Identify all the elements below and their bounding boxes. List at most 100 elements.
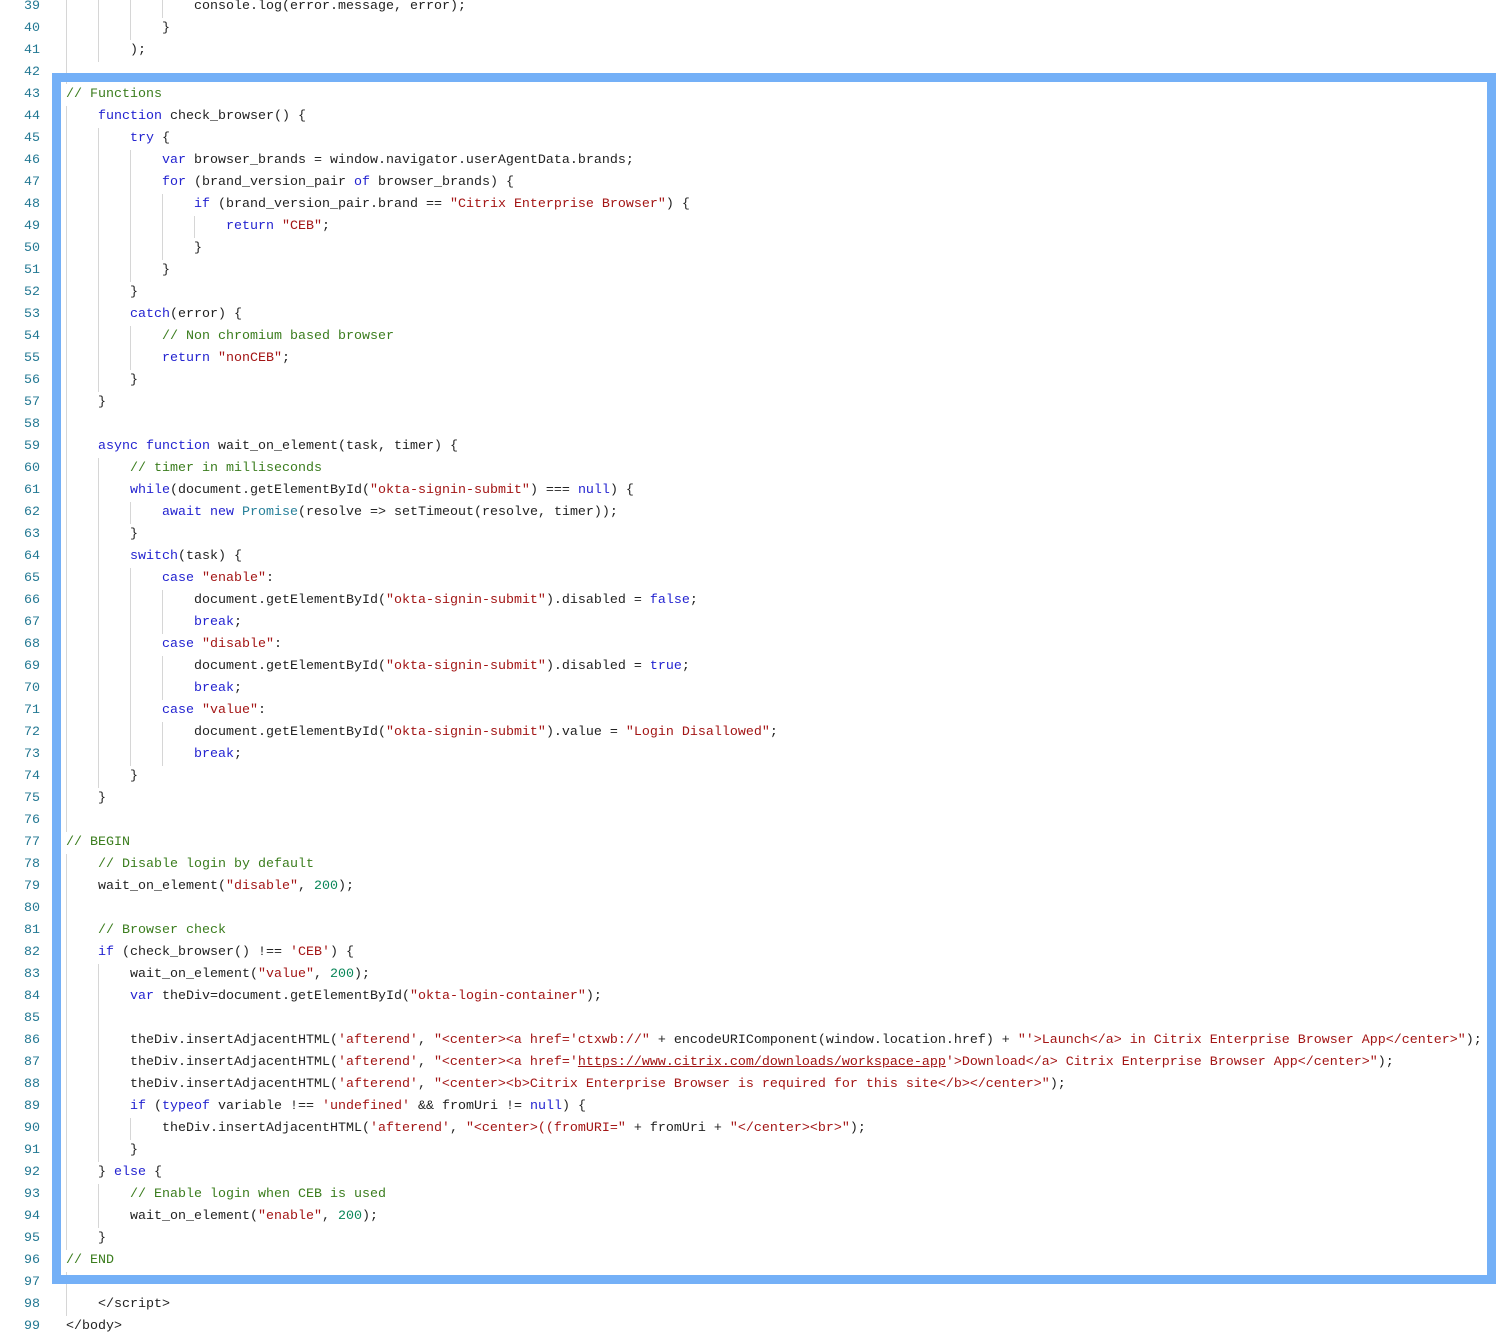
code-line[interactable]: 88 theDiv.insertAdjacentHTML('afterend', … [0,1074,1506,1096]
code-line[interactable]: 43 // Functions [0,84,1506,106]
code-line[interactable]: 79 wait_on_element("disable", 200); [0,876,1506,898]
code-line[interactable]: 93 // Enable login when CEB is used [0,1184,1506,1206]
code-line[interactable]: 72 document.getElementById("okta-signin-s… [0,722,1506,744]
code-line[interactable]: 53 catch(error) { [0,304,1506,326]
indent-guide [130,18,131,40]
code-line[interactable]: 60 // timer in milliseconds [0,458,1506,480]
code-text-token: (check_browser() !== [114,945,290,960]
indent-guide [98,634,99,656]
code-line[interactable]: 50} [0,238,1506,260]
code-line[interactable]: 98 </script> [0,1294,1506,1316]
code-line[interactable]: 69 document.getElementById("okta-signin-s… [0,656,1506,678]
keyword-token: for [162,175,186,190]
indent-guide [194,216,195,238]
code-line[interactable]: 99 </body> [0,1316,1506,1338]
code-line[interactable]: 66 document.getElementById("okta-signin-s… [0,590,1506,612]
code-line[interactable]: 49 return "CEB"; [0,216,1506,238]
indent-guide [66,304,67,326]
code-line[interactable]: 75} [0,788,1506,810]
indent-guide [66,1096,67,1118]
line-number: 43 [24,87,40,102]
code-line[interactable]: 61 while(document.getElementById("okta-si… [0,480,1506,502]
code-line[interactable]: 85 [0,1008,1506,1030]
code-text-token: ) { [329,945,354,960]
code-content: await new Promise(resolve => setTimeout(… [162,502,618,524]
code-line[interactable]: 95} [0,1228,1506,1250]
line-number: 67 [24,615,40,630]
code-line[interactable]: 73 break; [0,744,1506,766]
code-text-token: ); [1049,1077,1066,1092]
indent-guide [98,348,99,370]
code-line[interactable]: 80 [0,898,1506,920]
code-line[interactable]: 55 return "nonCEB"; [0,348,1506,370]
code-text-token: { [154,131,170,146]
code-line[interactable]: 63} [0,524,1506,546]
code-line[interactable]: 56} [0,370,1506,392]
indent-guide [66,458,67,480]
code-line[interactable]: 47 for (brand_version_pair of browser_bra… [0,172,1506,194]
code-line[interactable]: 90 theDiv.insertAdjacentHTML('afterend', … [0,1118,1506,1140]
indent-guide [162,656,163,678]
code-line[interactable]: 92} else { [0,1162,1506,1184]
code-line[interactable]: 94 wait_on_element("enable", 200); [0,1206,1506,1228]
code-line[interactable]: 97 [0,1272,1506,1294]
code-line[interactable]: 77 // BEGIN [0,832,1506,854]
code-line[interactable]: 42 [0,62,1506,84]
line-number: 64 [24,549,40,564]
code-text-token: ) { [561,1099,586,1114]
code-line[interactable]: 39 console.log(error.message, error); [0,0,1506,18]
code-line[interactable]: 89 if (typeof variable !== 'undefined' &&… [0,1096,1506,1118]
code-line[interactable]: 87 theDiv.insertAdjacentHTML('afterend', … [0,1052,1506,1074]
code-line[interactable]: 76 [0,810,1506,832]
code-line[interactable]: 59 async function wait_on_element(task, t… [0,436,1506,458]
keyword-token: break [194,615,234,630]
code-line[interactable]: 68 case "disable": [0,634,1506,656]
line-number: 57 [24,395,40,410]
line-number: 41 [24,43,40,58]
code-line[interactable]: 91} [0,1140,1506,1162]
code-text-token: ) { [609,483,634,498]
code-text-token: variable !== [210,1099,322,1114]
code-line[interactable]: 67 break; [0,612,1506,634]
code-editor[interactable]: 39 console.log(error.message, error); 40} 4… [0,0,1506,1338]
code-content: } [98,392,106,414]
code-line[interactable]: 52} [0,282,1506,304]
code-line[interactable]: 54 // Non chromium based browser [0,326,1506,348]
code-line[interactable]: 70 break; [0,678,1506,700]
code-text-token: } [98,1231,106,1246]
code-text-token: browser_brands = window.navigator.userAg… [186,153,634,168]
code-text-token: ).disabled = [545,659,650,674]
code-text-token: wait_on_element( [130,1209,258,1224]
code-line[interactable]: 57} [0,392,1506,414]
indent-guide [98,502,99,524]
code-line[interactable]: 74} [0,766,1506,788]
link-string-token[interactable]: https://www.citrix.com/downloads/workspa… [578,1055,946,1070]
code-line[interactable]: 64 switch(task) { [0,546,1506,568]
code-line[interactable]: 96 // END [0,1250,1506,1272]
code-text-token: , [313,967,330,982]
code-content: catch(error) { [130,304,242,326]
indent-guide [66,260,67,282]
indent-guide [66,480,67,502]
code-line[interactable]: 86 theDiv.insertAdjacentHTML('afterend', … [0,1030,1506,1052]
code-line[interactable]: 58 [0,414,1506,436]
code-line[interactable]: 62 await new Promise(resolve => setTimeou… [0,502,1506,524]
code-line[interactable]: 78 // Disable login by default [0,854,1506,876]
code-line[interactable]: 84 var theDiv=document.getElementById("ok… [0,986,1506,1008]
indent-guide [66,62,67,84]
code-line[interactable]: 48 if (brand_version_pair.brand == "Citri… [0,194,1506,216]
code-line[interactable]: 44 function check_browser() { [0,106,1506,128]
string-token: "<center>((fromURI=" [465,1121,626,1136]
code-line[interactable]: 40} [0,18,1506,40]
code-line[interactable]: 65 case "enable": [0,568,1506,590]
code-line[interactable]: 51} [0,260,1506,282]
code-line[interactable]: 71 case "value": [0,700,1506,722]
code-line[interactable]: 41); [0,40,1506,62]
code-line[interactable]: 83 wait_on_element("value", 200); [0,964,1506,986]
code-text-token: ; [234,615,242,630]
code-line[interactable]: 46 var browser_brands = window.navigator.… [0,150,1506,172]
code-line[interactable]: 81 // Browser check [0,920,1506,942]
code-line[interactable]: 45 try { [0,128,1506,150]
string-token: "value" [202,703,258,718]
code-line[interactable]: 82 if (check_browser() !== 'CEB') { [0,942,1506,964]
